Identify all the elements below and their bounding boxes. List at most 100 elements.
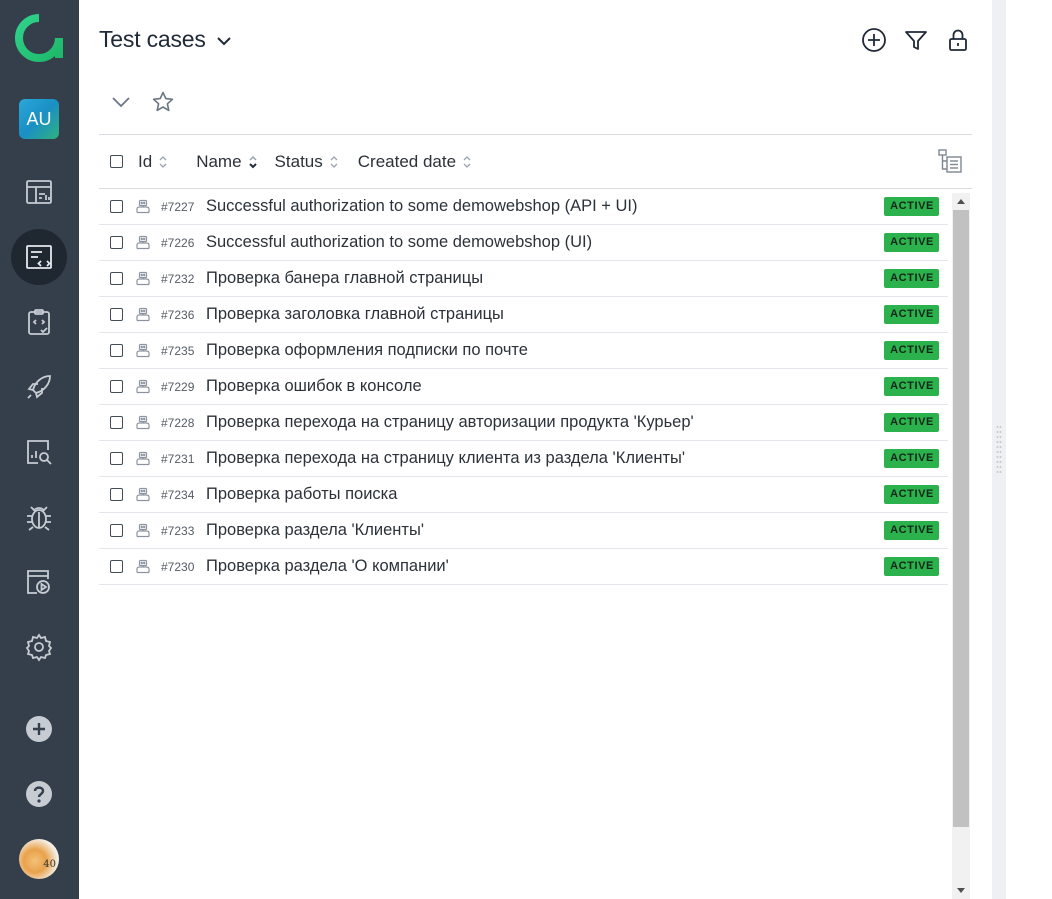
add-button[interactable] <box>860 26 888 54</box>
row-checkbox[interactable] <box>110 272 123 285</box>
scrollbar-thumb[interactable] <box>953 210 969 827</box>
sidebar-item-dashboards[interactable] <box>11 164 67 220</box>
test-case-name[interactable]: Проверка заголовка главной страницы <box>206 305 504 324</box>
chevron-down-icon <box>216 37 231 46</box>
column-header-name[interactable]: Name <box>196 152 257 172</box>
automated-test-icon <box>136 307 150 321</box>
row-checkbox[interactable] <box>110 236 123 249</box>
table-row[interactable]: #7227 Successful authorization to some de… <box>99 189 948 225</box>
test-case-name[interactable]: Successful authorization to some demoweb… <box>206 197 638 216</box>
test-case-id: #7234 <box>161 487 195 502</box>
header-actions <box>860 26 972 54</box>
scroll-up-arrow-icon[interactable] <box>956 197 966 205</box>
allure-logo-icon[interactable] <box>15 14 63 62</box>
add-icon <box>862 28 886 52</box>
column-header-status-label: Status <box>274 151 323 171</box>
automated-test-icon <box>136 271 150 285</box>
status-badge: ACTIVE <box>884 377 939 396</box>
status-badge: ACTIVE <box>884 557 939 576</box>
test-case-list: #7227 Successful authorization to some de… <box>99 189 948 585</box>
test-case-name[interactable]: Проверка перехода на страницу клиента из… <box>206 449 685 468</box>
table-row[interactable]: #7230 Проверка раздела 'О компании' ACTIVE <box>99 549 948 585</box>
star-icon[interactable] <box>151 90 175 114</box>
sidebar-item-test-plans[interactable] <box>11 294 67 350</box>
test-case-name[interactable]: Проверка раздела 'О компании' <box>206 557 449 576</box>
sidebar-item-launches[interactable] <box>11 359 67 415</box>
sidebar: AU 40 <box>0 0 79 899</box>
test-case-id: #7226 <box>161 235 195 250</box>
column-header-name-label: Name <box>196 151 242 171</box>
sidebar-item-defects[interactable] <box>11 489 67 545</box>
status-badge: ACTIVE <box>884 341 939 360</box>
scroll-down-arrow-icon[interactable] <box>956 887 966 895</box>
automated-test-icon <box>136 235 150 249</box>
project-badge[interactable]: AU <box>19 99 59 139</box>
column-header-created-date[interactable]: Created date <box>358 152 472 172</box>
test-case-name[interactable]: Проверка работы поиска <box>206 485 397 504</box>
test-case-id: #7227 <box>161 199 195 214</box>
test-case-name[interactable]: Проверка перехода на страницу авторизаци… <box>206 413 694 432</box>
row-checkbox[interactable] <box>110 452 123 465</box>
automated-test-icon <box>136 379 150 393</box>
table-row[interactable]: #7235 Проверка оформления подписки по поч… <box>99 333 948 369</box>
bug-icon <box>27 506 51 531</box>
status-badge: ACTIVE <box>884 449 939 468</box>
filter-icon <box>905 31 927 50</box>
automated-test-icon <box>136 199 150 213</box>
row-checkbox[interactable] <box>110 524 123 537</box>
column-header-created-label: Created date <box>357 151 457 171</box>
column-header-id[interactable]: Id <box>138 152 168 172</box>
user-avatar[interactable]: 40 <box>19 839 59 879</box>
sort-icon <box>159 155 167 168</box>
scrollbar[interactable] <box>952 193 970 899</box>
plus-circle-icon <box>26 716 52 742</box>
sidebar-item-jobs[interactable] <box>11 554 67 610</box>
analytics-icon <box>27 440 52 465</box>
status-badge: ACTIVE <box>884 269 939 288</box>
test-case-id: #7233 <box>161 523 195 538</box>
resize-handle-icon[interactable] <box>996 425 1002 475</box>
column-header-status[interactable]: Status <box>275 152 339 172</box>
row-checkbox[interactable] <box>110 488 123 501</box>
table-row[interactable]: #7226 Successful authorization to some de… <box>99 225 948 261</box>
row-checkbox[interactable] <box>110 380 123 393</box>
rocket-icon <box>27 375 51 399</box>
automated-test-icon <box>136 451 150 465</box>
sidebar-item-settings[interactable] <box>11 619 67 675</box>
test-case-id: #7228 <box>161 415 195 430</box>
table-row[interactable]: #7229 Проверка ошибок в консоле ACTIVE <box>99 369 948 405</box>
create-button[interactable] <box>11 701 67 757</box>
row-checkbox[interactable] <box>110 308 123 321</box>
table-row[interactable]: #7236 Проверка заголовка главной страницы… <box>99 297 948 333</box>
sidebar-item-test-cases[interactable] <box>11 229 67 285</box>
row-checkbox[interactable] <box>110 344 123 357</box>
test-plan-icon <box>28 309 50 335</box>
help-icon <box>26 781 52 807</box>
collapse-chevron-icon[interactable] <box>109 90 133 114</box>
test-case-name[interactable]: Проверка банера главной страницы <box>206 269 483 288</box>
test-case-name[interactable]: Проверка оформления подписки по почте <box>206 341 528 360</box>
select-all-checkbox[interactable] <box>110 155 123 168</box>
page-title: Test cases <box>99 26 206 52</box>
test-case-name[interactable]: Проверка ошибок в консоле <box>206 377 422 396</box>
table-row[interactable]: #7234 Проверка работы поиска ACTIVE <box>99 477 948 513</box>
page-title-dropdown[interactable]: Test cases <box>99 26 234 53</box>
row-checkbox[interactable] <box>110 200 123 213</box>
tree-view-icon[interactable] <box>938 149 962 173</box>
row-checkbox[interactable] <box>110 416 123 429</box>
filter-button[interactable] <box>902 26 930 54</box>
table-row[interactable]: #7228 Проверка перехода на страницу автор… <box>99 405 948 441</box>
test-case-name[interactable]: Successful authorization to some demoweb… <box>206 233 592 252</box>
row-checkbox[interactable] <box>110 560 123 573</box>
table-row[interactable]: #7233 Проверка раздела 'Клиенты' ACTIVE <box>99 513 948 549</box>
test-case-name[interactable]: Проверка раздела 'Клиенты' <box>206 521 424 540</box>
table-row[interactable]: #7231 Проверка перехода на страницу клиен… <box>99 441 948 477</box>
table-row[interactable]: #7232 Проверка банера главной страницы ACT… <box>99 261 948 297</box>
help-button[interactable] <box>11 766 67 822</box>
lock-button[interactable] <box>944 26 972 54</box>
status-badge: ACTIVE <box>884 521 939 540</box>
sidebar-item-analytics[interactable] <box>11 424 67 480</box>
test-case-id: #7235 <box>161 343 195 358</box>
test-case-id: #7236 <box>161 307 195 322</box>
automated-test-icon <box>136 523 150 537</box>
